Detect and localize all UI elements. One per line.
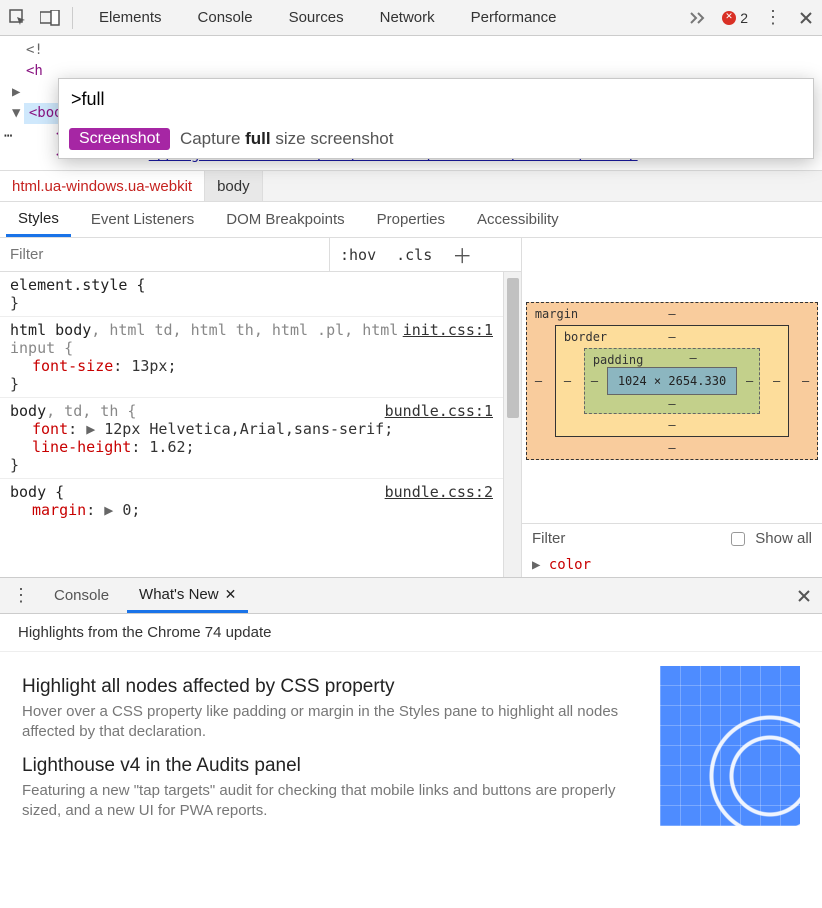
box-model-padding-label: padding (593, 353, 644, 367)
panel-tabs: Elements Console Sources Network Perform… (81, 0, 680, 36)
style-rule[interactable]: element.style { } (0, 272, 503, 317)
tab-dom-breakpoints[interactable]: DOM Breakpoints (214, 202, 356, 237)
command-menu-input[interactable] (59, 79, 813, 120)
whats-new-item-desc: Featuring a new "tap targets" audit for … (22, 781, 638, 822)
dom-line[interactable]: <! (26, 40, 814, 61)
device-toolbar-icon[interactable] (36, 4, 64, 32)
drawer-tabs: ⋮ Console What's New ✕ (0, 578, 822, 614)
tab-console[interactable]: Console (180, 0, 271, 36)
rule-close-brace: } (10, 294, 493, 312)
css-declaration[interactable]: margin: ▶ 0; (10, 501, 493, 519)
styles-toolbar: :hov .cls ＋ (0, 238, 521, 272)
close-tab-icon[interactable]: ✕ (225, 586, 237, 603)
tab-elements[interactable]: Elements (81, 0, 180, 36)
computed-pane: margin – – – – border – – – – padding – (522, 238, 822, 577)
rule-close-brace: } (10, 375, 493, 393)
show-all-checkbox[interactable] (731, 532, 745, 546)
error-count-badge[interactable]: 2 (718, 10, 752, 26)
close-devtools-icon[interactable] (794, 12, 818, 24)
computed-filter-input[interactable]: Filter (532, 530, 721, 547)
css-declaration[interactable]: line-height: 1.62; (10, 438, 493, 456)
whats-new-item-title: Lighthouse v4 in the Audits panel (22, 755, 638, 777)
breadcrumb-html[interactable]: html.ua-windows.ua-webkit (0, 171, 205, 201)
style-rule[interactable]: init.css:1 html body, html td, html th, … (0, 317, 503, 398)
separator (72, 7, 73, 29)
whats-new-content: Highlight all nodes affected by CSS prop… (0, 652, 822, 847)
tab-properties[interactable]: Properties (365, 202, 457, 237)
css-declaration[interactable]: font: ▶ 12px Helvetica,Arial,sans-serif; (10, 420, 493, 438)
dom-breadcrumbs: html.ua-windows.ua-webkit body (0, 170, 822, 202)
drawer-tab-whats-new[interactable]: What's New ✕ (127, 578, 248, 613)
box-model-diagram[interactable]: margin – – – – border – – – – padding – (522, 238, 822, 523)
styles-rules-list: element.style { } init.css:1 html body, … (0, 272, 503, 577)
whats-new-headline: Highlights from the Chrome 74 update (0, 614, 822, 652)
rule-source-link[interactable]: init.css:1 (403, 321, 493, 339)
rule-source-link[interactable]: bundle.css:1 (385, 402, 493, 420)
style-rule[interactable]: bundle.css:2 body { margin: ▶ 0; (0, 479, 503, 523)
whats-new-item-title: Highlight all nodes affected by CSS prop… (22, 676, 638, 698)
command-menu-item-label: Capture full size screenshot (180, 129, 394, 149)
tab-sources[interactable]: Sources (271, 0, 362, 36)
drawer-tab-console[interactable]: Console (42, 578, 121, 613)
box-model-margin-label: margin (535, 307, 578, 321)
computed-properties-list[interactable]: ▶ color (522, 553, 822, 577)
box-model-border-label: border (564, 330, 607, 344)
scrollbar[interactable] (503, 272, 521, 577)
styles-pane: :hov .cls ＋ element.style { } init.css:1… (0, 238, 522, 577)
tab-accessibility[interactable]: Accessibility (465, 202, 571, 237)
tab-event-listeners[interactable]: Event Listeners (79, 202, 206, 237)
more-tabs-chevron-icon[interactable] (684, 12, 714, 24)
command-menu-popup: Screenshot Capture full size screenshot (58, 78, 814, 159)
show-all-label: Show all (755, 530, 812, 547)
rule-selector: element.style { (10, 276, 493, 294)
box-model-content-size: 1024 × 2654.330 (607, 367, 737, 395)
breadcrumb-body[interactable]: body (205, 171, 263, 201)
rule-source-link[interactable]: bundle.css:2 (385, 483, 493, 501)
elements-sidebar: :hov .cls ＋ element.style { } init.css:1… (0, 238, 822, 578)
style-rule[interactable]: bundle.css:1 body, td, th { font: ▶ 12px… (0, 398, 503, 479)
error-count-text: 2 (740, 10, 748, 26)
tab-network[interactable]: Network (362, 0, 453, 36)
command-category-badge: Screenshot (69, 128, 170, 150)
command-menu-item[interactable]: Screenshot Capture full size screenshot (59, 120, 813, 158)
sidebar-tabs: Styles Event Listeners DOM Breakpoints P… (0, 202, 822, 238)
css-declaration[interactable]: font-size: 13px; (10, 357, 493, 375)
close-drawer-icon[interactable] (792, 590, 816, 602)
styles-filter-input[interactable] (0, 238, 330, 271)
toggle-cls-button[interactable]: .cls (386, 246, 442, 264)
error-icon (722, 11, 736, 25)
whats-new-item-desc: Hover over a CSS property like padding o… (22, 702, 638, 743)
scrollbar-thumb[interactable] (507, 278, 519, 418)
tab-performance[interactable]: Performance (453, 0, 575, 36)
inspect-element-icon[interactable] (4, 4, 32, 32)
toggle-hov-button[interactable]: :hov (330, 246, 386, 264)
drawer-menu-icon[interactable]: ⋮ (6, 585, 36, 606)
whats-new-hero-image (660, 666, 800, 826)
tab-styles[interactable]: Styles (6, 202, 71, 237)
devtools-main-toolbar: Elements Console Sources Network Perform… (0, 0, 822, 36)
dom-ellipsis-icon[interactable]: ⋯ (4, 126, 12, 147)
settings-menu-icon[interactable]: ⋮ (756, 7, 790, 28)
new-style-rule-button[interactable]: ＋ (442, 240, 482, 269)
rule-close-brace: } (10, 456, 493, 474)
computed-toolbar: Filter Show all (522, 523, 822, 553)
